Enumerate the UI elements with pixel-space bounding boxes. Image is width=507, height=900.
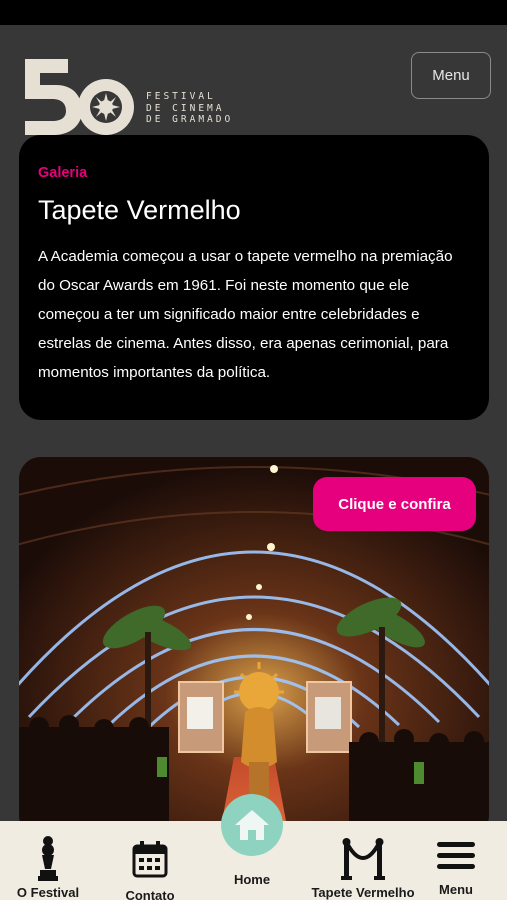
nav-item-tapete-vermelho[interactable]: Tapete Vermelho	[305, 837, 421, 900]
nav-item-contato[interactable]: Contato	[115, 840, 185, 900]
nav-label-home: Home	[233, 872, 271, 887]
logo-text: FESTIVAL DE CINEMA DE GRAMADO	[146, 91, 234, 125]
home-button[interactable]	[221, 794, 283, 856]
view-gallery-button[interactable]: Clique e confira	[313, 477, 476, 531]
nav-label-o-festival: O Festival	[16, 885, 80, 900]
gallery-image[interactable]: Clique e confira	[19, 457, 489, 837]
nav-label-tapete-vermelho: Tapete Vermelho	[311, 885, 415, 900]
info-card: Galeria Tapete Vermelho A Academia começ…	[19, 135, 489, 420]
nav-label-menu: Menu	[439, 882, 473, 897]
menu-button[interactable]: Menu	[411, 52, 491, 99]
calendar-icon	[132, 841, 168, 878]
card-body: A Academia começou a usar o tapete verme…	[38, 248, 453, 381]
hamburger-icon	[437, 842, 475, 869]
nav-item-home[interactable]: Home	[222, 872, 282, 887]
nav-item-o-festival[interactable]: O Festival	[10, 835, 86, 900]
logo-50-icon	[25, 59, 134, 135]
stanchion-icon	[341, 838, 385, 880]
nav-label-contato: Contato	[125, 888, 175, 900]
status-bar	[0, 0, 507, 25]
festival-logo[interactable]: FESTIVAL DE CINEMA DE GRAMADO	[22, 57, 262, 137]
card-title: Tapete Vermelho	[38, 195, 241, 225]
home-icon	[235, 810, 269, 840]
card-category[interactable]: Galeria	[38, 165, 470, 181]
nav-item-menu[interactable]: Menu	[426, 840, 486, 897]
trophy-icon	[38, 836, 58, 881]
